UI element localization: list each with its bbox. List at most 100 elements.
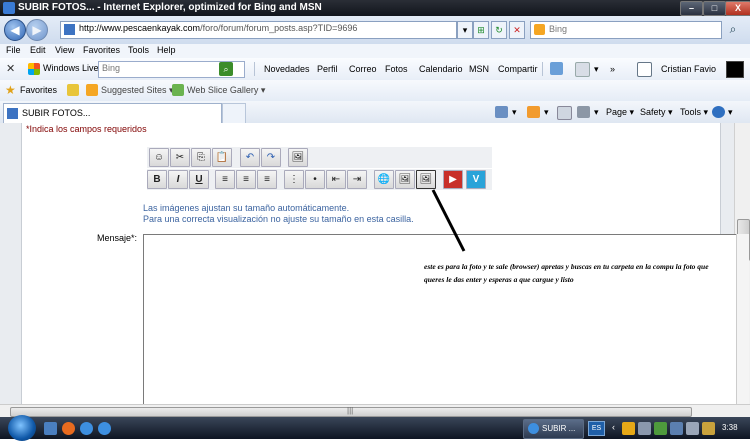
close-button[interactable]: X [725,1,750,16]
textarea-scrollbar[interactable] [736,234,749,404]
feeds-dropdown-icon[interactable]: ▾ [544,107,549,118]
read-mail-icon[interactable] [557,106,572,120]
underline-icon[interactable]: U [189,170,209,189]
link-correo[interactable]: Correo [349,64,377,74]
volume-icon[interactable] [686,422,699,435]
outdent-icon[interactable]: ⇤ [326,170,346,189]
taskbar-ie-window[interactable]: SUBIR ... [523,419,584,439]
tray-expand-icon[interactable]: ‹ [612,422,615,432]
link-msn[interactable]: MSN [469,64,489,74]
start-button[interactable] [8,415,36,441]
suggested-sites-link[interactable]: Suggested Sites ▾ [101,85,174,96]
link-perfil[interactable]: Perfil [317,64,338,74]
menu-view[interactable]: View [55,45,74,55]
favorites-star-icon[interactable]: ★ [5,83,16,97]
url-host: http://www.pescaenkayak.com [79,23,201,33]
address-dropdown-icon[interactable]: ▾ [457,21,473,39]
page-content: *Indica los campos requeridos ☺ ✂ ⎘ 📋 ↶ … [0,123,750,404]
link-compartir[interactable]: Compartir [498,64,538,74]
italic-icon[interactable]: I [168,170,188,189]
compatibility-icon[interactable]: ⊞ [473,21,489,39]
preview-icon[interactable]: 🖼 [288,148,308,167]
favorites-bar: ★ Favorites Suggested Sites ▾ Web Slice … [0,80,750,102]
print-icon[interactable] [577,106,590,118]
refresh-icon[interactable]: ↻ [491,21,507,39]
numbered-list-icon[interactable]: ⋮ [284,170,304,189]
language-indicator[interactable]: ES [588,421,605,436]
tools-menu[interactable]: Tools ▾ [680,107,708,118]
tray-icon-1[interactable] [622,422,635,435]
home-icon[interactable] [495,106,508,118]
help-dropdown-icon[interactable]: ▾ [728,107,733,118]
windows-live-label[interactable]: Windows Live [43,63,99,73]
status-icon[interactable] [637,62,652,77]
align-left-icon[interactable]: ≡ [215,170,235,189]
bullet-list-icon[interactable]: • [305,170,325,189]
indent-icon[interactable]: ⇥ [347,170,367,189]
search-box[interactable]: Bing [530,21,722,39]
tray-icon-2[interactable] [638,422,651,435]
help-icon[interactable] [712,106,725,118]
link-novedades[interactable]: Novedades [264,64,310,74]
add-favorite-icon[interactable] [67,84,79,96]
new-tab-button[interactable] [222,103,246,124]
cut-icon[interactable]: ✂ [170,148,190,167]
network-icon[interactable] [670,422,683,435]
avatar[interactable] [726,61,744,78]
favorites-label[interactable]: Favorites [20,85,57,95]
messenger-icon[interactable] [550,62,563,75]
forward-button[interactable]: ▶ [26,19,48,41]
home-dropdown-icon[interactable]: ▾ [512,107,517,118]
link-calendario[interactable]: Calendario [419,64,463,74]
search-icon[interactable]: ⌕ [724,21,742,37]
minimize-button[interactable]: – [680,1,703,16]
align-center-icon[interactable]: ≡ [236,170,256,189]
ie-taskbar-icon[interactable] [80,422,93,435]
tab-subir-fotos[interactable]: SUBIR FOTOS... [3,103,222,123]
insert-image-icon[interactable]: 🖼 [395,170,415,189]
show-desktop-icon[interactable] [44,422,57,435]
options-dropdown-icon[interactable]: ▾ [594,64,599,75]
menu-tools[interactable]: Tools [128,45,149,55]
youtube-icon[interactable]: ▶ [443,170,463,189]
print-dropdown-icon[interactable]: ▾ [594,107,599,118]
feeds-icon[interactable] [527,106,540,118]
insert-link-icon[interactable]: 🌐 [374,170,394,189]
menu-help[interactable]: Help [157,45,176,55]
vimeo-icon[interactable]: V [466,170,486,189]
user-name[interactable]: Cristian Favio [661,64,716,74]
tray-icon-3[interactable] [654,422,667,435]
image-note-line1: Las imágenes ajustan su tamaño automátic… [143,203,350,213]
menu-edit[interactable]: Edit [30,45,46,55]
address-bar[interactable]: http://www.pescaenkayak.com/foro/forum/f… [60,21,457,39]
tray-icon-4[interactable] [702,422,715,435]
page-menu[interactable]: Page ▾ [606,107,634,118]
address-row: ◀ ▶ http://www.pescaenkayak.com/foro/for… [0,16,750,44]
menu-favorites[interactable]: Favorites [83,45,120,55]
live-search-icon[interactable]: ⌕ [219,62,233,76]
ie-taskbar-icon-2[interactable] [98,422,111,435]
clock[interactable]: 3:38 [722,423,738,432]
horizontal-scrollbar[interactable]: ||| [0,404,750,418]
options-icon[interactable] [575,62,590,77]
redo-icon[interactable]: ↷ [261,148,281,167]
menu-file[interactable]: File [6,45,21,55]
safety-menu[interactable]: Safety ▾ [640,107,673,118]
maximize-button[interactable]: □ [703,1,726,16]
bold-icon[interactable]: B [147,170,167,189]
stop-icon[interactable]: ✕ [509,21,525,39]
back-button[interactable]: ◀ [4,19,26,41]
annotation-text: este es para la foto y te sale (browser)… [424,262,709,284]
upload-image-icon[interactable]: 🖼 [416,170,436,189]
more-icon[interactable]: » [610,64,615,74]
link-fotos[interactable]: Fotos [385,64,408,74]
toolbar-close-icon[interactable]: ✕ [6,62,15,75]
align-right-icon[interactable]: ≡ [257,170,277,189]
undo-icon[interactable]: ↶ [240,148,260,167]
web-slice-gallery-link[interactable]: Web Slice Gallery ▾ [187,85,265,96]
emoticon-icon[interactable]: ☺ [149,148,169,167]
firefox-icon[interactable] [62,422,75,435]
copy-icon[interactable]: ⎘ [191,148,211,167]
hscroll-grip: ||| [347,406,354,415]
paste-icon[interactable]: 📋 [212,148,232,167]
